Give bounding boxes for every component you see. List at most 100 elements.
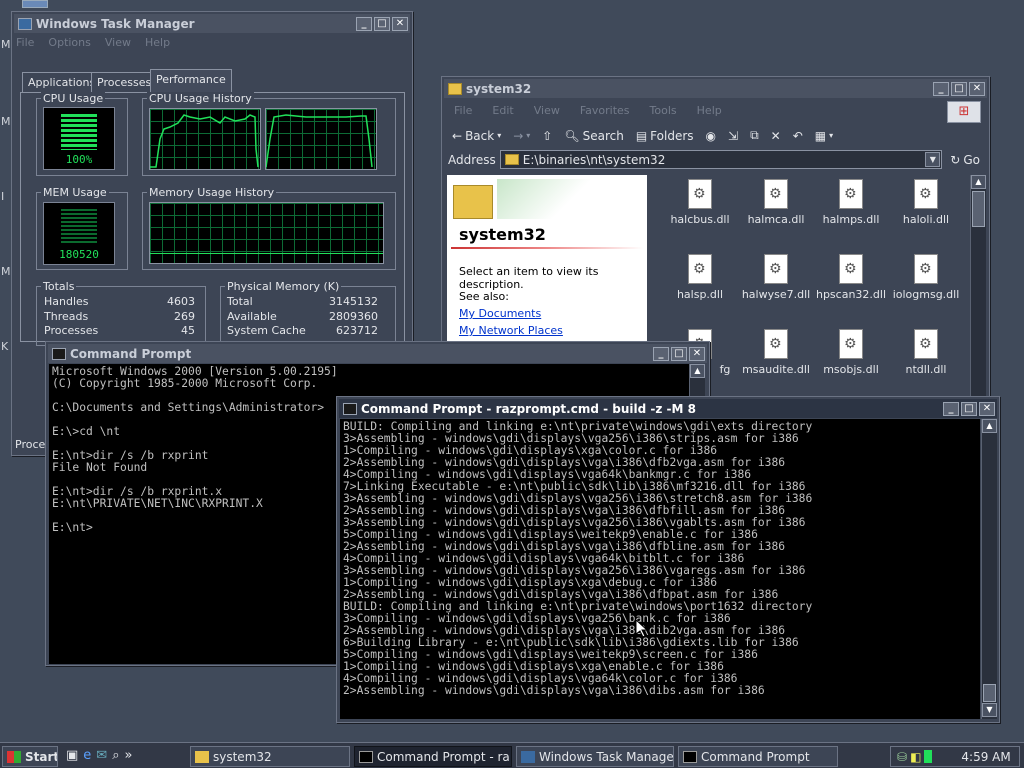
- file-item[interactable]: halcbus.dll: [662, 179, 738, 226]
- menu-help[interactable]: Help: [145, 36, 170, 49]
- file-item[interactable]: msobjs.dll: [813, 329, 889, 376]
- internet-explorer-icon[interactable]: e: [83, 748, 91, 763]
- menu-edit[interactable]: Edit: [492, 104, 513, 117]
- cpu-usage-meter: 100%: [43, 107, 115, 170]
- outlook-icon[interactable]: ✉: [96, 748, 107, 763]
- close-button[interactable]: ✕: [969, 81, 985, 96]
- file-name: iologmsg.dll: [892, 288, 960, 301]
- physical-memory-label: Physical Memory (K): [225, 280, 342, 293]
- cpu-usage-value: 100%: [65, 153, 93, 166]
- file-item[interactable]: iologmsg.dll: [888, 254, 964, 301]
- views-button[interactable]: ▦ ▾: [811, 127, 837, 145]
- copy-to-button[interactable]: ⧉: [746, 126, 763, 145]
- memory-history-label: Memory Usage History: [147, 186, 277, 199]
- file-item[interactable]: halsp.dll: [662, 254, 738, 301]
- maximize-button[interactable]: □: [951, 81, 967, 96]
- file-item[interactable]: hpscan32.dll: [813, 254, 889, 301]
- menu-help[interactable]: Help: [697, 104, 722, 117]
- maximize-button[interactable]: □: [374, 16, 390, 31]
- scroll-up-arrow[interactable]: ▲: [971, 175, 986, 189]
- menu-view[interactable]: View: [105, 36, 131, 49]
- task-manager-titlebar[interactable]: Windows Task Manager _ □ ✕: [14, 14, 410, 33]
- desktop-label: I: [1, 190, 5, 203]
- chevron-down-icon[interactable]: ▼: [925, 152, 941, 167]
- taskbar-item-system32[interactable]: system32: [190, 746, 350, 767]
- folder-banner-icon: [453, 185, 493, 219]
- up-folder-button[interactable]: ⇧: [538, 127, 556, 145]
- scroll-thumb[interactable]: [983, 684, 996, 702]
- network-icon[interactable]: ⛁: [897, 750, 907, 764]
- go-label: Go: [963, 152, 980, 167]
- cpu-meter-bars: [61, 114, 97, 150]
- desktop-icon-partial[interactable]: [22, 0, 48, 8]
- minimize-button[interactable]: _: [933, 81, 949, 96]
- explorer-scrollbar[interactable]: ▲: [970, 175, 986, 405]
- maximize-button[interactable]: □: [671, 346, 687, 361]
- menu-options[interactable]: Options: [48, 36, 90, 49]
- panel-heading: system32: [459, 225, 546, 244]
- file-item[interactable]: haloli.dll: [888, 179, 964, 226]
- scroll-up-arrow[interactable]: ▲: [690, 364, 705, 378]
- scroll-thumb[interactable]: [972, 191, 985, 227]
- console-scrollbar[interactable]: ▲ ▼: [981, 419, 997, 719]
- show-desktop-icon[interactable]: ▣: [66, 748, 78, 763]
- menu-tools[interactable]: Tools: [650, 104, 677, 117]
- menu-favorites[interactable]: Favorites: [580, 104, 630, 117]
- menu-file[interactable]: File: [454, 104, 472, 117]
- dll-file-icon: [839, 329, 863, 359]
- address-input[interactable]: E:\binaries\nt\system32 ▼: [499, 150, 943, 169]
- tab-performance[interactable]: Performance: [150, 69, 232, 93]
- tab-processes[interactable]: Processes: [91, 72, 158, 92]
- tab-applications[interactable]: Applications: [22, 72, 102, 92]
- my-network-places-link[interactable]: My Network Places: [459, 324, 563, 337]
- back-button[interactable]: ← Back ▾: [448, 127, 505, 145]
- taskbar-item-build-prompt[interactable]: Command Prompt - ra...: [354, 746, 512, 767]
- sound-icon[interactable]: ◧: [910, 750, 921, 764]
- move-to-button[interactable]: ⇲: [724, 127, 742, 145]
- maximize-button[interactable]: □: [961, 401, 977, 416]
- explorer-titlebar[interactable]: system32 _ □ ✕: [444, 79, 987, 98]
- available-memory-value: 2809360: [329, 310, 378, 323]
- console-output[interactable]: BUILD: Compiling and linking e:\nt\priva…: [340, 419, 980, 719]
- delete-button[interactable]: ✕: [767, 127, 785, 145]
- minimize-button[interactable]: _: [943, 401, 959, 416]
- minimize-button[interactable]: _: [356, 16, 372, 31]
- file-item[interactable]: ntdll.dll: [888, 329, 964, 376]
- folders-button[interactable]: ▤ Folders: [632, 127, 698, 145]
- taskbar-item-command-prompt[interactable]: Command Prompt: [678, 746, 838, 767]
- scroll-up-arrow[interactable]: ▲: [982, 419, 997, 433]
- my-documents-link[interactable]: My Documents: [459, 307, 541, 320]
- start-button[interactable]: Start: [2, 746, 58, 767]
- go-button[interactable]: ↻ Go: [946, 151, 984, 169]
- forward-button[interactable]: → ▾: [509, 127, 534, 145]
- dll-file-icon: [839, 179, 863, 209]
- search-icon[interactable]: ⌕: [112, 748, 119, 763]
- menu-view[interactable]: View: [534, 104, 560, 117]
- command-prompt-titlebar[interactable]: Command Prompt _ □ ✕: [48, 344, 707, 363]
- minimize-button[interactable]: _: [653, 346, 669, 361]
- chevron-right-icon[interactable]: »: [124, 748, 132, 763]
- file-item[interactable]: msaudite.dll: [738, 329, 814, 376]
- close-button[interactable]: ✕: [392, 16, 408, 31]
- taskbar-item-task-manager[interactable]: Windows Task Manager: [516, 746, 674, 767]
- search-button[interactable]: 🔍︎ Search: [560, 127, 627, 145]
- cpu-meter-tray-icon[interactable]: [924, 750, 933, 763]
- taskbar: Start ▣ e ✉ ⌕ » system32 Command Prompt …: [0, 742, 1024, 768]
- folders-icon: ▤: [635, 128, 648, 143]
- folder-icon: [448, 82, 462, 95]
- file-item[interactable]: halmps.dll: [813, 179, 889, 226]
- file-name: halmca.dll: [747, 213, 805, 226]
- menu-file[interactable]: File: [16, 36, 34, 49]
- clock[interactable]: 4:59 AM: [961, 750, 1010, 764]
- close-button[interactable]: ✕: [689, 346, 705, 361]
- scroll-down-arrow[interactable]: ▼: [982, 703, 997, 717]
- status-bar-text: Proce: [15, 438, 46, 451]
- close-button[interactable]: ✕: [979, 401, 995, 416]
- address-label: Address: [448, 152, 496, 167]
- file-item[interactable]: halwyse7.dll: [738, 254, 814, 301]
- build-prompt-titlebar[interactable]: Command Prompt - razprompt.cmd - build -…: [339, 399, 997, 418]
- undo-button[interactable]: ↶: [789, 127, 807, 145]
- cpu-history-line-1: [150, 114, 259, 168]
- history-button[interactable]: ◉: [702, 127, 720, 145]
- file-item[interactable]: halmca.dll: [738, 179, 814, 226]
